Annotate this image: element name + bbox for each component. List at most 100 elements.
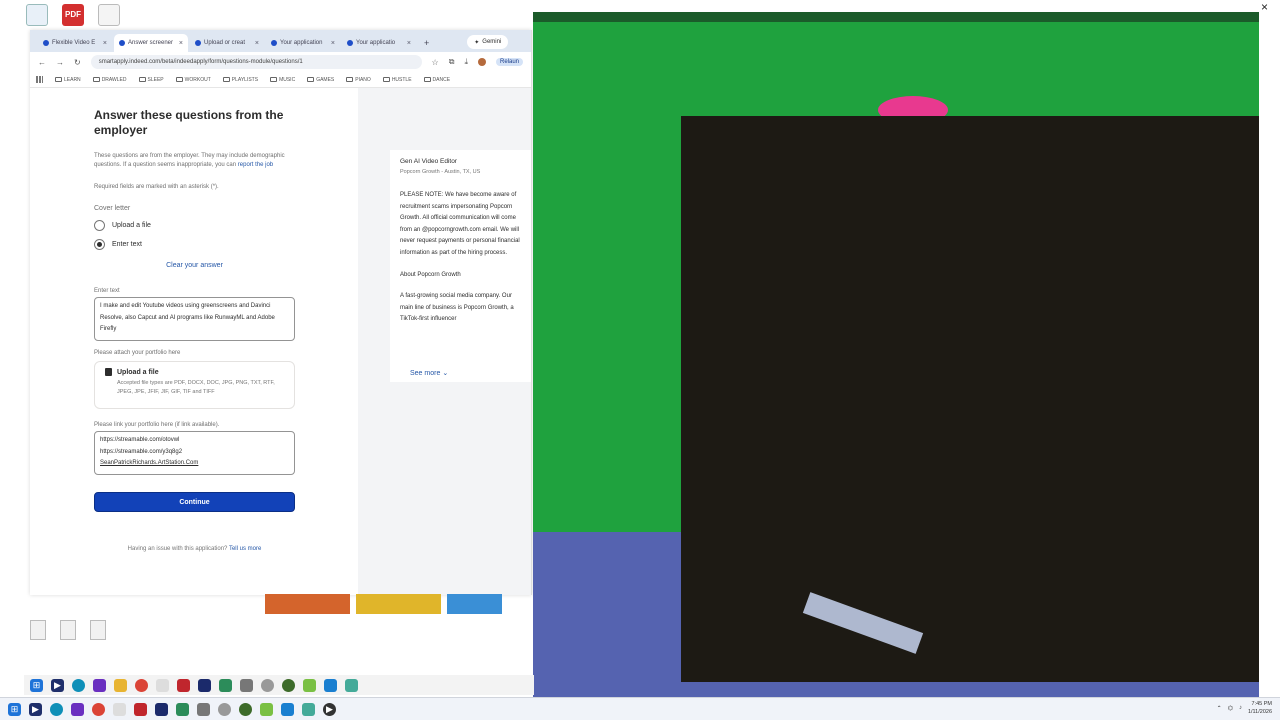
folder-icon[interactable] [114, 678, 127, 692]
folder-icon [270, 77, 278, 82]
reload-icon[interactable]: ↻ [74, 58, 81, 67]
app-icon[interactable] [302, 702, 315, 716]
radio-upload-file[interactable]: Upload a file [94, 220, 358, 231]
document-icon[interactable] [90, 620, 106, 640]
document-icon[interactable] [30, 620, 46, 640]
app-icon[interactable] [260, 702, 273, 716]
bookmark-folder[interactable]: DANCE [423, 77, 450, 83]
questions-form: Answer these questions from the employer… [30, 88, 358, 595]
clock[interactable]: 7:45 PM 1/11/2026 [1248, 700, 1272, 716]
bookmark-folder[interactable]: MUSIC [270, 77, 295, 83]
app-icon[interactable] [176, 702, 189, 716]
app-icon[interactable] [93, 678, 106, 692]
photoshop-icon[interactable] [198, 678, 211, 692]
tell-us-more-link[interactable]: Tell us more [229, 546, 261, 552]
gemini-button[interactable]: ✦ Gemini [467, 35, 509, 49]
tab-flexible-video[interactable]: Flexible Video E × [38, 34, 112, 52]
extensions-icon[interactable]: ⧉ [449, 57, 455, 67]
app-icon[interactable] [281, 702, 294, 716]
back-icon[interactable]: ← [38, 58, 46, 67]
bookmark-folder[interactable]: HUSTLE [382, 77, 412, 83]
continue-button[interactable]: Continue [94, 492, 295, 512]
job-notice: PLEASE NOTE: We have become aware of rec… [400, 192, 520, 256]
app-icon[interactable] [197, 702, 210, 716]
about-heading: About Popcorn Growth [400, 272, 461, 278]
tab-your-application[interactable]: Your application × [266, 34, 340, 52]
app-icon[interactable] [239, 702, 252, 716]
chrome-icon[interactable] [135, 678, 148, 692]
tab-favicon [195, 40, 201, 46]
close-icon[interactable]: × [407, 40, 411, 47]
close-icon[interactable]: × [1261, 0, 1268, 14]
app-icon[interactable] [240, 678, 253, 692]
volume-icon[interactable]: ♪ [1239, 705, 1242, 711]
radio-button[interactable] [94, 220, 105, 231]
app-icon[interactable] [177, 678, 190, 692]
portfolio-links-textarea[interactable]: https://streamable.com/otovwl https://st… [94, 431, 295, 475]
tab-answer-screener[interactable]: Answer screener × [114, 34, 188, 52]
job-sidebar: Gen AI Video Editor Popcorn Growth - Aus… [358, 88, 531, 595]
bookmarks-bar: LEARN DRAWLED SLEEP WORKOUT PLAYLISTS MU… [30, 72, 531, 88]
star-icon[interactable]: ☆ [432, 58, 439, 67]
tab-upload[interactable]: Upload or creat × [190, 34, 264, 52]
download-icon[interactable]: ⤓ [464, 57, 468, 67]
system-tray: ⌃ ⌬ ♪ 7:45 PM 1/11/2026 [1217, 700, 1272, 716]
close-icon[interactable]: × [255, 40, 259, 47]
clear-answer-link[interactable]: Clear your answer [94, 262, 295, 269]
intro-text: These questions are from the employer. T… [94, 153, 285, 168]
upload-file-card[interactable]: Upload a file Accepted file types are PD… [94, 361, 295, 409]
network-icon[interactable]: ⌬ [1228, 705, 1233, 712]
close-icon[interactable]: × [179, 40, 183, 47]
windows-start-icon[interactable]: ⊞ [8, 702, 21, 716]
app-icon[interactable]: ▶ [51, 678, 64, 692]
forward-icon[interactable]: → [56, 58, 64, 67]
new-tab-button[interactable]: + [418, 34, 435, 52]
portfolio-attach-label: Please attach your portfolio here [94, 350, 181, 356]
radio-button-checked[interactable] [94, 239, 105, 250]
bookmark-folder[interactable]: PIANO [346, 77, 371, 83]
close-icon[interactable]: × [331, 40, 335, 47]
app-icon[interactable] [134, 702, 147, 716]
app-icon[interactable] [324, 678, 337, 692]
edge-icon[interactable] [50, 702, 63, 716]
pdf-file-icon[interactable]: PDF [62, 4, 84, 26]
bookmark-folder[interactable]: WORKOUT [175, 77, 211, 83]
chevron-up-icon[interactable]: ⌃ [1217, 705, 1222, 712]
bookmark-folder[interactable]: GAMES [307, 77, 334, 83]
app-icon[interactable] [71, 702, 84, 716]
app-icon[interactable] [156, 678, 169, 692]
app-icon[interactable] [219, 678, 232, 692]
see-more-button[interactable]: See more ⌄ [410, 369, 448, 377]
apps-grid-icon[interactable] [36, 76, 43, 83]
bookmark-folder[interactable]: DRAWLED [92, 77, 127, 83]
bookmark-folder[interactable]: SLEEP [138, 77, 164, 83]
report-job-link[interactable]: report the job [238, 162, 273, 168]
relaunch-button[interactable]: Relaun [495, 58, 523, 66]
close-icon[interactable]: × [103, 40, 107, 47]
chrome-icon[interactable] [92, 702, 105, 716]
accepted-file-types: Accepted file types are PDF, DOCX, DOC, … [117, 380, 275, 395]
address-bar[interactable]: smartapply.indeed.com/beta/indeedapply/f… [90, 55, 422, 69]
app-icon[interactable]: ▶ [29, 702, 42, 716]
app-icon[interactable] [303, 678, 316, 692]
tab-your-application-2[interactable]: Your applicatio × [342, 34, 416, 52]
app-icon[interactable] [113, 702, 126, 716]
photoshop-icon[interactable] [155, 702, 168, 716]
edge-icon[interactable] [72, 678, 85, 692]
app-icon[interactable] [345, 678, 358, 692]
app-icon[interactable] [282, 678, 295, 692]
issue-text: Having an issue with this application? T… [127, 546, 262, 552]
app-icon[interactable] [218, 702, 231, 716]
radio-enter-text[interactable]: Enter text [94, 239, 358, 250]
recycle-bin-icon[interactable] [26, 4, 48, 26]
document-icon[interactable] [60, 620, 76, 640]
bookmark-folder[interactable]: PLAYLISTS [222, 77, 258, 83]
cover-letter-textarea[interactable]: I make and edit Youtube videos using gre… [94, 297, 295, 341]
bookmark-folder[interactable]: LEARN [55, 77, 81, 83]
windows-start-icon[interactable]: ⊞ [30, 678, 43, 692]
media-player-icon[interactable]: ▶ [323, 702, 336, 716]
folder-icon [175, 77, 183, 82]
profile-avatar[interactable] [477, 58, 486, 66]
document-icon[interactable] [98, 4, 120, 26]
app-icon[interactable] [261, 678, 274, 692]
